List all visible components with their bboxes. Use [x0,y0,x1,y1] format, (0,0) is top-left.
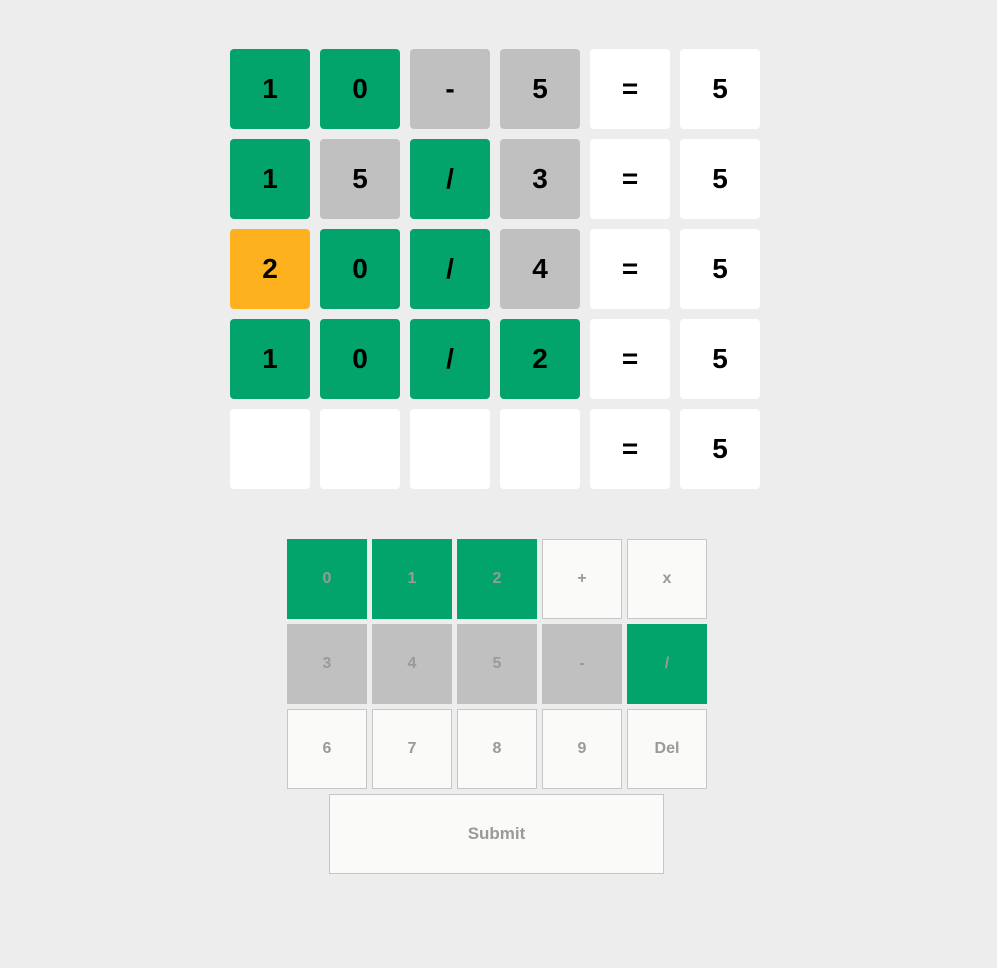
key-minus[interactable]: - [542,624,622,704]
board-tile: = [590,229,670,309]
board-tile: / [410,139,490,219]
board-tile: / [410,229,490,309]
board-tile: = [590,319,670,399]
board-tile: 5 [680,409,760,489]
board-tile: 4 [500,229,580,309]
key-8[interactable]: 8 [457,709,537,789]
game-board: 1 0-5 = 5 1 5/3 = 5 2 0/4 = 5 1 0/2 = 5 = 5 [230,49,760,489]
board-tile: = [590,409,670,489]
board-tile: 0 [320,49,400,129]
board-tile: = [590,139,670,219]
board-tile: 1 [230,319,310,399]
board-tile [410,409,490,489]
board-tile: 5 [320,139,400,219]
key-3[interactable]: 3 [287,624,367,704]
key-9[interactable]: 9 [542,709,622,789]
board-tile: 5 [680,319,760,399]
board-tile [230,409,310,489]
key-plus[interactable]: + [542,539,622,619]
board-tile: 0 [320,319,400,399]
key-7[interactable]: 7 [372,709,452,789]
key-divide[interactable]: / [627,624,707,704]
board-tile: 2 [500,319,580,399]
board-tile: 5 [500,49,580,129]
board-tile: 5 [680,49,760,129]
key-5[interactable]: 5 [457,624,537,704]
key-2[interactable]: 2 [457,539,537,619]
board-tile: / [410,319,490,399]
key-4[interactable]: 4 [372,624,452,704]
key-multiply[interactable]: x [627,539,707,619]
on-screen-keyboard: 0 1 2 + x 3 4 5-/ 6 7 8 9 Del [287,539,707,789]
board-tile: - [410,49,490,129]
board-tile: 1 [230,139,310,219]
board-tile [320,409,400,489]
board-tile: 5 [680,229,760,309]
key-6[interactable]: 6 [287,709,367,789]
board-tile [500,409,580,489]
delete-key[interactable]: Del [627,709,707,789]
key-1[interactable]: 1 [372,539,452,619]
board-tile: 2 [230,229,310,309]
board-tile: 3 [500,139,580,219]
board-tile: 1 [230,49,310,129]
board-tile: 0 [320,229,400,309]
board-tile: 5 [680,139,760,219]
board-tile: = [590,49,670,129]
key-0[interactable]: 0 [287,539,367,619]
submit-button[interactable]: Submit [329,794,664,874]
